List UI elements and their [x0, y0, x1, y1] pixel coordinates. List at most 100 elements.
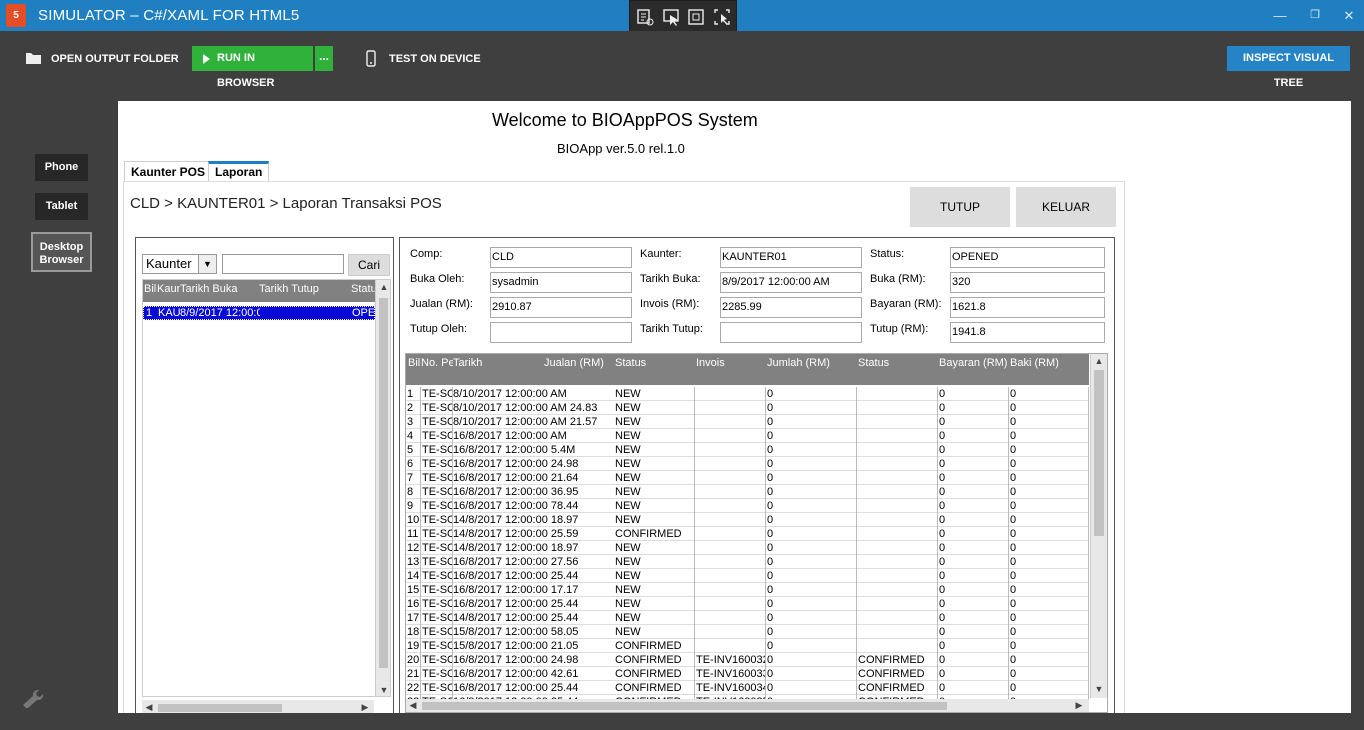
- table-row[interactable]: 11TE-SO1614/8/2017 12:00:00 25.59 CONFIRM…: [406, 527, 1089, 541]
- scroll-right-icon[interactable]: ▶: [1072, 700, 1086, 711]
- inspect-element-icon[interactable]: [636, 8, 654, 26]
- cell-status: NEW: [614, 583, 695, 597]
- screen-select-icon[interactable]: [713, 8, 731, 26]
- phone-view-button[interactable]: Phone: [35, 154, 88, 181]
- horizontal-scrollbar[interactable]: ◀ ▶: [406, 699, 1089, 712]
- mobile-device-icon[interactable]: [366, 50, 376, 67]
- table-row[interactable]: 19TE-SO1615/8/2017 12:00:00 21.05 CONFIRM…: [406, 639, 1089, 653]
- header-status[interactable]: Status: [351, 283, 375, 295]
- table-row[interactable]: 1TE-SO168/10/2017 12:00:00 AMNEW000: [406, 387, 1089, 401]
- table-row[interactable]: 20TE-SO1616/8/2017 12:00:00 24.98 CONFIRM…: [406, 653, 1089, 667]
- comp-field[interactable]: CLD: [490, 247, 632, 268]
- header-bil[interactable]: Bil: [408, 357, 420, 369]
- scroll-thumb[interactable]: [379, 298, 388, 668]
- scroll-thumb[interactable]: [422, 702, 947, 710]
- header-tarikh-tutup[interactable]: Tarikh Tutup: [259, 283, 349, 295]
- table-row[interactable]: 16TE-SO1616/8/2017 12:00:00 25.44NEW000: [406, 597, 1089, 611]
- wrench-icon[interactable]: [20, 688, 46, 708]
- restore-icon[interactable]: ❐: [1308, 8, 1322, 21]
- desktop-browser-view-button[interactable]: Desktop Browser: [31, 232, 92, 272]
- cell-status: NEW: [614, 611, 695, 625]
- table-row[interactable]: 9TE-SO1616/8/2017 12:00:00 78.44NEW000: [406, 499, 1089, 513]
- tablet-view-button[interactable]: Tablet: [35, 193, 88, 220]
- header-tarikh[interactable]: Tarikh: [453, 357, 482, 369]
- run-options-button[interactable]: ...: [315, 46, 333, 71]
- vertical-scrollbar[interactable]: ▲ ▼: [1090, 354, 1107, 698]
- kaunter-dropdown[interactable]: Kaunter ▼: [142, 254, 217, 274]
- header-status-invois[interactable]: Status: [858, 357, 889, 369]
- cell-invois: [695, 555, 766, 569]
- table-row[interactable]: 22TE-SO1616/8/2017 12:00:00 25.44 CONFIRM…: [406, 681, 1089, 695]
- tutup-rm-field[interactable]: 1941.8: [950, 322, 1105, 343]
- table-row[interactable]: 18TE-SO1615/8/2017 12:00:00 58.05NEW000: [406, 625, 1089, 639]
- inspect-visual-tree-button[interactable]: INSPECT VISUAL TREE: [1227, 46, 1350, 89]
- table-row[interactable]: 1 KAU 8/9/2017 12:00:00 OPEN: [143, 306, 376, 320]
- scroll-thumb[interactable]: [158, 704, 282, 712]
- bayaran-field[interactable]: 1621.8: [950, 297, 1105, 318]
- header-jumlah[interactable]: Jumlah (RM): [767, 357, 830, 369]
- table-row[interactable]: 8TE-SO1616/8/2017 12:00:00 36.95NEW000: [406, 485, 1089, 499]
- scroll-down-icon[interactable]: ▼: [377, 685, 390, 695]
- jualan-field[interactable]: 2910.87: [490, 297, 632, 318]
- frame-icon[interactable]: [687, 8, 705, 26]
- cell-jumlah: 0: [766, 667, 857, 681]
- table-row[interactable]: 7TE-SO1616/8/2017 12:00:00 21.64NEW000: [406, 471, 1089, 485]
- cell-status: NEW: [614, 415, 695, 429]
- vertical-scrollbar[interactable]: ▲ ▼: [375, 280, 390, 696]
- scroll-up-icon[interactable]: ▲: [1092, 356, 1106, 366]
- search-input[interactable]: [222, 254, 344, 274]
- table-row[interactable]: 6TE-SO1616/8/2017 12:00:00 24.98NEW000: [406, 457, 1089, 471]
- header-jualan[interactable]: Jualan (RM): [544, 357, 604, 369]
- header-status[interactable]: Status: [615, 357, 646, 369]
- kaunter-field[interactable]: KAUNTER01: [720, 247, 862, 268]
- cell-tarikh: 16/8/2017 12:00:00 24.98: [453, 458, 579, 470]
- run-in-browser-button[interactable]: RUN IN BROWSER: [192, 46, 313, 89]
- horizontal-scrollbar[interactable]: ◀ ▶: [142, 700, 374, 713]
- scroll-down-icon[interactable]: ▼: [1092, 684, 1106, 694]
- header-bil[interactable]: Bil: [144, 283, 157, 295]
- table-row[interactable]: 2TE-SO168/10/2017 12:00:00 AM 24.83NEW00…: [406, 401, 1089, 415]
- scroll-up-icon[interactable]: ▲: [377, 282, 390, 292]
- tutup-oleh-field[interactable]: [490, 322, 632, 343]
- tarikh-tutup-field[interactable]: [720, 322, 862, 343]
- tutup-kaunter-button[interactable]: TUTUP KAUNTER: [910, 187, 1010, 254]
- scroll-right-icon[interactable]: ▶: [358, 702, 372, 713]
- cell-status-invois: [857, 527, 938, 541]
- table-row[interactable]: 14TE-SO1616/8/2017 12:00:00 25.44NEW000: [406, 569, 1089, 583]
- minimize-icon[interactable]: —: [1273, 8, 1287, 23]
- table-row[interactable]: 5TE-SO1616/8/2017 12:00:00 5.4MNEW000: [406, 443, 1089, 457]
- folder-icon[interactable]: [25, 51, 42, 65]
- test-on-device-button[interactable]: TEST ON DEVICE: [389, 53, 481, 65]
- cari-button[interactable]: Cari: [348, 254, 390, 276]
- table-row[interactable]: 4TE-SO1616/8/2017 12:00:00 AMNEW000: [406, 429, 1089, 443]
- tab-kaunter-pos[interactable]: Kaunter POS: [124, 161, 213, 181]
- table-row[interactable]: 10TE-SO1614/8/2017 12:00:00 18.97NEW000: [406, 513, 1089, 527]
- table-row[interactable]: 17TE-SO1614/8/2017 12:00:00 25.44NEW000: [406, 611, 1089, 625]
- buka-rm-field[interactable]: 320: [950, 272, 1105, 293]
- header-no-pesanan[interactable]: No. Pesanan: [421, 357, 453, 369]
- table-row[interactable]: 13TE-SO1616/8/2017 12:00:00 27.56NEW000: [406, 555, 1089, 569]
- header-bayaran[interactable]: Bayaran (RM): [939, 357, 1007, 369]
- header-baki[interactable]: Baki (RM): [1010, 357, 1059, 369]
- status-field[interactable]: OPENED: [950, 247, 1105, 268]
- select-pointer-icon[interactable]: [662, 8, 680, 26]
- keluar-button[interactable]: KELUAR: [1016, 187, 1116, 227]
- scroll-thumb[interactable]: [1094, 370, 1104, 536]
- header-tarikh-buka[interactable]: Tarikh Buka: [180, 283, 258, 295]
- scroll-left-icon[interactable]: ◀: [406, 700, 420, 711]
- invois-field[interactable]: 2285.99: [720, 297, 862, 318]
- table-row[interactable]: 12TE-SO1614/8/2017 12:00:00 18.97NEW000: [406, 541, 1089, 555]
- header-invois[interactable]: Invois: [696, 357, 725, 369]
- scroll-left-icon[interactable]: ◀: [142, 702, 156, 713]
- cell-tarikh: 16/8/2017 12:00:00 5.4M: [453, 444, 576, 456]
- close-icon[interactable]: ✕: [1342, 8, 1356, 24]
- tarikh-buka-field[interactable]: 8/9/2017 12:00:00 AM: [720, 272, 862, 293]
- buka-oleh-field[interactable]: sysadmin: [490, 272, 632, 293]
- table-row[interactable]: 3TE-SO168/10/2017 12:00:00 AM 21.57NEW00…: [406, 415, 1089, 429]
- open-output-folder-button[interactable]: OPEN OUTPUT FOLDER: [51, 53, 179, 65]
- table-row[interactable]: 15TE-SO1616/8/2017 12:00:00 17.17NEW000: [406, 583, 1089, 597]
- tab-laporan[interactable]: Laporan: [208, 161, 270, 181]
- cell-no-pesanan: TE-SO16: [421, 583, 453, 597]
- header-kaunter[interactable]: Kaunter: [157, 283, 180, 295]
- table-row[interactable]: 21TE-SO1616/8/2017 12:00:00 42.61 CONFIRM…: [406, 667, 1089, 681]
